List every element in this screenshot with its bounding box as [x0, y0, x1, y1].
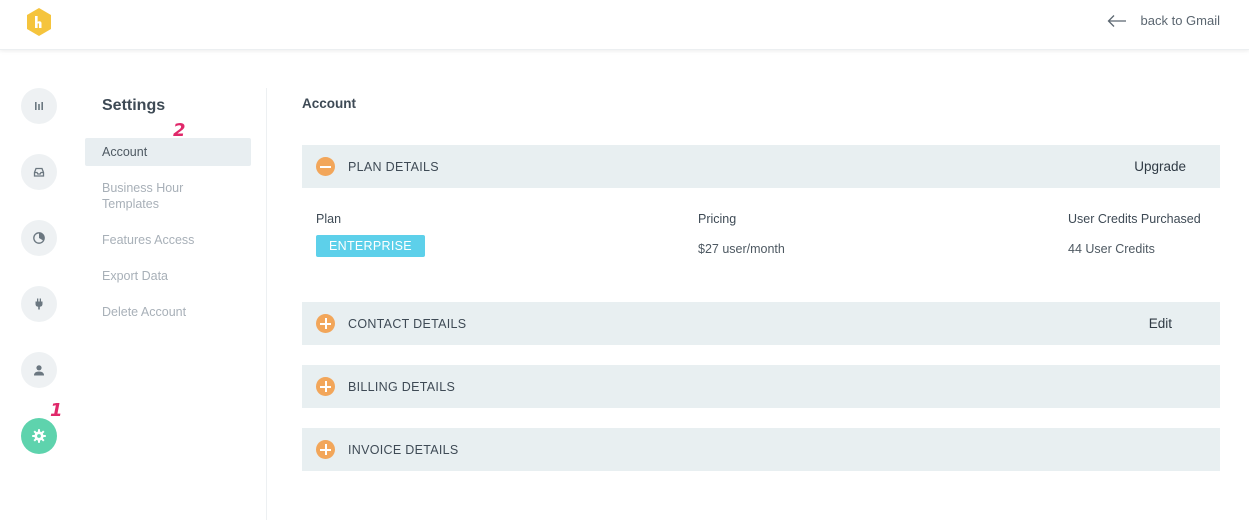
section-plan-details[interactable]: PLAN DETAILS Upgrade — [302, 145, 1220, 188]
user-icon — [32, 363, 46, 377]
menu-item-features-access[interactable]: Features Access — [85, 232, 251, 248]
inbox-tray-icon — [32, 165, 46, 179]
app-logo[interactable] — [24, 7, 54, 37]
annotation-marker-1: 1 — [50, 400, 63, 421]
rail-settings-button[interactable] — [21, 418, 57, 454]
section-title: PLAN DETAILS — [348, 159, 439, 174]
rail-integrations-button[interactable] — [21, 286, 57, 322]
edit-button[interactable]: Edit — [1149, 316, 1172, 331]
menu-item-delete-account[interactable]: Delete Account — [85, 304, 251, 320]
rail-inbox-button[interactable] — [21, 154, 57, 190]
menu-item-business-hour-templates[interactable]: Business Hour Templates — [85, 180, 251, 212]
section-title: CONTACT DETAILS — [348, 316, 467, 331]
menu-item-account[interactable]: Account — [85, 138, 251, 166]
pricing-value: $27 user/month — [698, 242, 785, 256]
page-title: Account — [302, 96, 356, 111]
back-to-gmail-link[interactable]: back to Gmail — [1107, 13, 1220, 28]
bar-chart-icon — [32, 99, 46, 113]
section-invoice-details[interactable]: INVOICE DETAILS — [302, 428, 1220, 471]
settings-menu-title: Settings — [102, 97, 166, 114]
plan-badge: ENTERPRISE — [316, 235, 425, 257]
section-title: INVOICE DETAILS — [348, 442, 459, 457]
credits-value: 44 User Credits — [1068, 242, 1155, 256]
expand-plus-icon[interactable] — [316, 314, 335, 333]
rail-reports-button[interactable] — [21, 88, 57, 124]
top-bar: back to Gmail — [0, 0, 1249, 50]
gear-icon — [31, 428, 47, 444]
plug-icon — [32, 297, 46, 311]
section-billing-details[interactable]: BILLING DETAILS — [302, 365, 1220, 408]
plan-label: Plan — [316, 212, 342, 226]
collapse-minus-icon[interactable] — [316, 157, 335, 176]
credits-label: User Credits Purchased — [1068, 212, 1201, 226]
upgrade-button[interactable]: Upgrade — [1134, 159, 1186, 174]
pricing-label: Pricing — [698, 212, 737, 226]
expand-plus-icon[interactable] — [316, 440, 335, 459]
menu-item-export-data[interactable]: Export Data — [85, 268, 251, 284]
pie-chart-icon — [32, 231, 46, 245]
menu-divider — [266, 88, 267, 520]
rail-profile-button[interactable] — [21, 352, 57, 388]
expand-plus-icon[interactable] — [316, 377, 335, 396]
section-contact-details[interactable]: CONTACT DETAILS Edit — [302, 302, 1220, 345]
arrow-left-icon — [1107, 14, 1127, 28]
section-title: BILLING DETAILS — [348, 379, 456, 394]
rail-analytics-button[interactable] — [21, 220, 57, 256]
back-to-gmail-label: back to Gmail — [1140, 13, 1220, 28]
